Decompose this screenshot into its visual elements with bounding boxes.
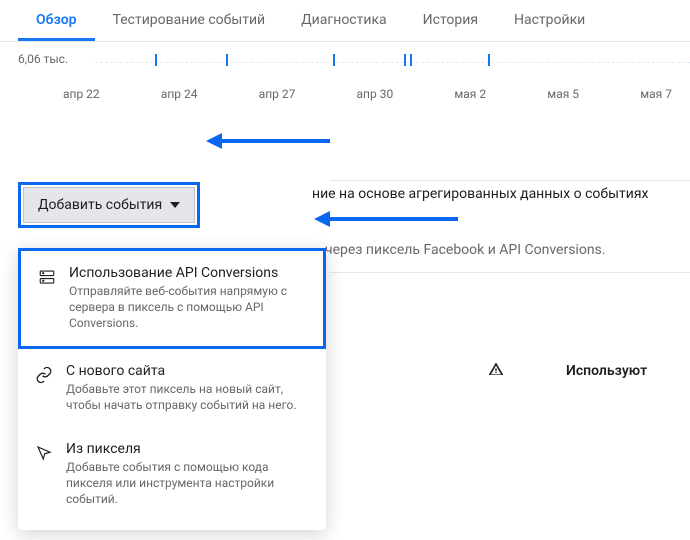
dropdown-item-desc: Отправляйте веб-события напрямую с серве… [69, 283, 307, 332]
tab-history[interactable]: История [405, 0, 496, 41]
aggregated-title-fragment: ние на основе агрегированных данных о со… [312, 186, 648, 202]
aggregated-desc-fragment: через пиксель Facebook и API Conversions… [325, 242, 605, 258]
x-tick: мая 2 [454, 87, 486, 101]
add-events-button[interactable]: Добавить события [23, 187, 195, 223]
chart-y-tick: 6,06 тыс. [18, 52, 68, 66]
cursor-icon [34, 443, 54, 463]
tab-diagnostics[interactable]: Диагностика [283, 0, 404, 41]
dropdown-item-api-conversions[interactable]: Использование API Conversions Отправляйт… [18, 248, 326, 349]
add-events-dropdown: Использование API Conversions Отправляйт… [18, 248, 326, 530]
warning-icon [488, 361, 504, 381]
dropdown-item-title: Использование API Conversions [69, 265, 307, 281]
server-icon [37, 267, 57, 287]
chart: 6,06 тыс. апр 22 апр 24 апр 27 апр 30 ма… [0, 42, 690, 122]
chart-x-axis: апр 22 апр 24 апр 27 апр 30 мая 2 мая 5 … [18, 87, 672, 101]
x-tick: мая 5 [547, 87, 579, 101]
dropdown-item-new-site[interactable]: С нового сайта Добавьте этот пиксель на … [18, 349, 326, 427]
tabs-bar: Обзор Тестирование событий Диагностика И… [0, 0, 690, 42]
x-tick: апр 27 [259, 87, 296, 101]
x-tick: мая 7 [640, 87, 672, 101]
column-header-users: Используют [566, 363, 647, 379]
link-icon [34, 365, 54, 385]
annotation-arrow-2 [328, 217, 458, 221]
dropdown-item-desc: Добавьте этот пиксель на новый сайт, что… [66, 381, 310, 413]
dropdown-item-from-pixel[interactable]: Из пикселя Добавьте события с помощью ко… [18, 427, 326, 530]
tab-overview[interactable]: Обзор [18, 0, 95, 41]
dropdown-item-desc: Добавьте события с помощью кода пикселя … [66, 459, 310, 508]
caret-down-icon [170, 202, 180, 208]
dropdown-item-title: С нового сайта [66, 363, 310, 379]
x-tick: апр 22 [63, 87, 100, 101]
tab-settings[interactable]: Настройки [496, 0, 603, 41]
chart-bars [95, 52, 690, 67]
x-tick: апр 24 [161, 87, 198, 101]
content-area: Добавить события ние на основе агрегиров… [0, 122, 690, 228]
annotation-arrow-1 [220, 139, 330, 143]
add-events-label: Добавить события [38, 197, 162, 213]
dropdown-item-title: Из пикселя [66, 441, 310, 457]
highlight-add-button: Добавить события [18, 182, 200, 228]
tab-testing[interactable]: Тестирование событий [95, 0, 284, 41]
x-tick: апр 30 [357, 87, 394, 101]
